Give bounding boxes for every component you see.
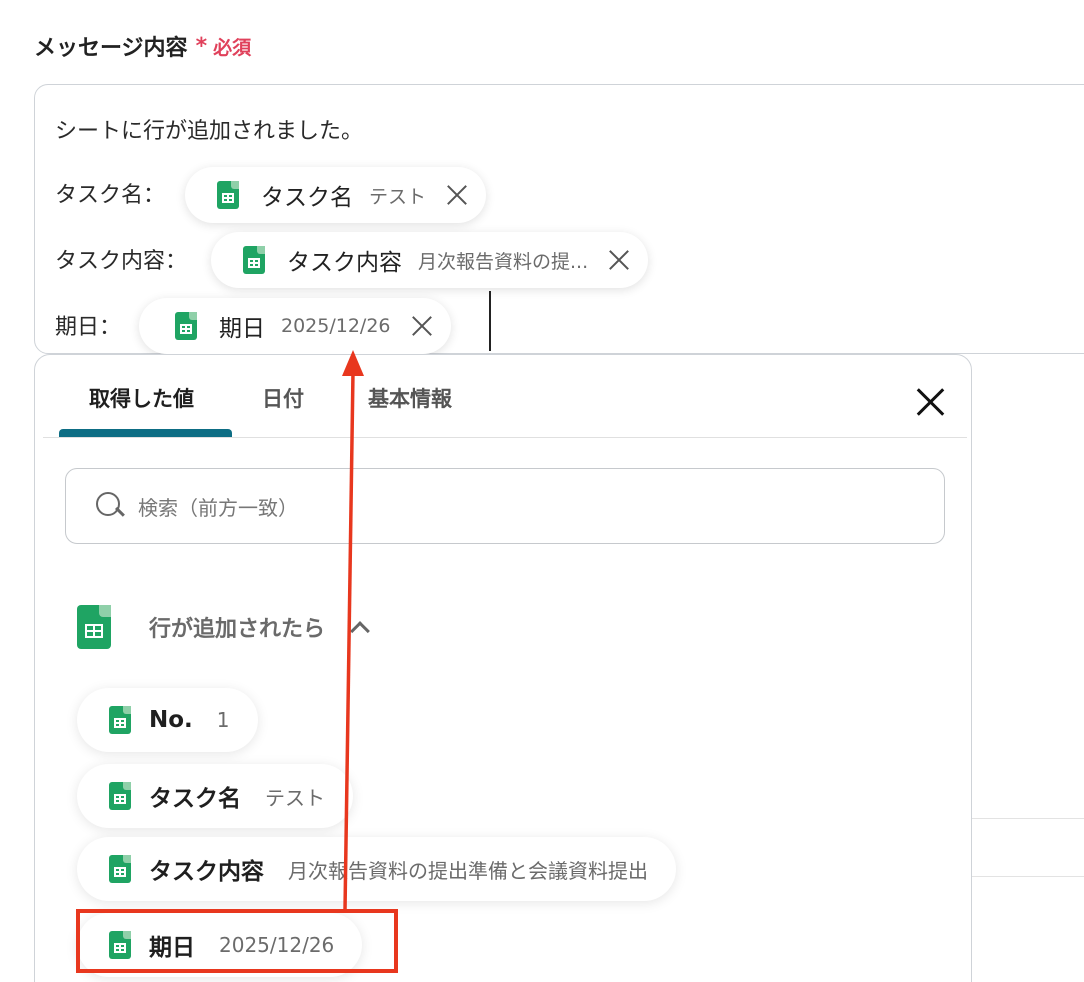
annotation-arrow (342, 350, 364, 911)
